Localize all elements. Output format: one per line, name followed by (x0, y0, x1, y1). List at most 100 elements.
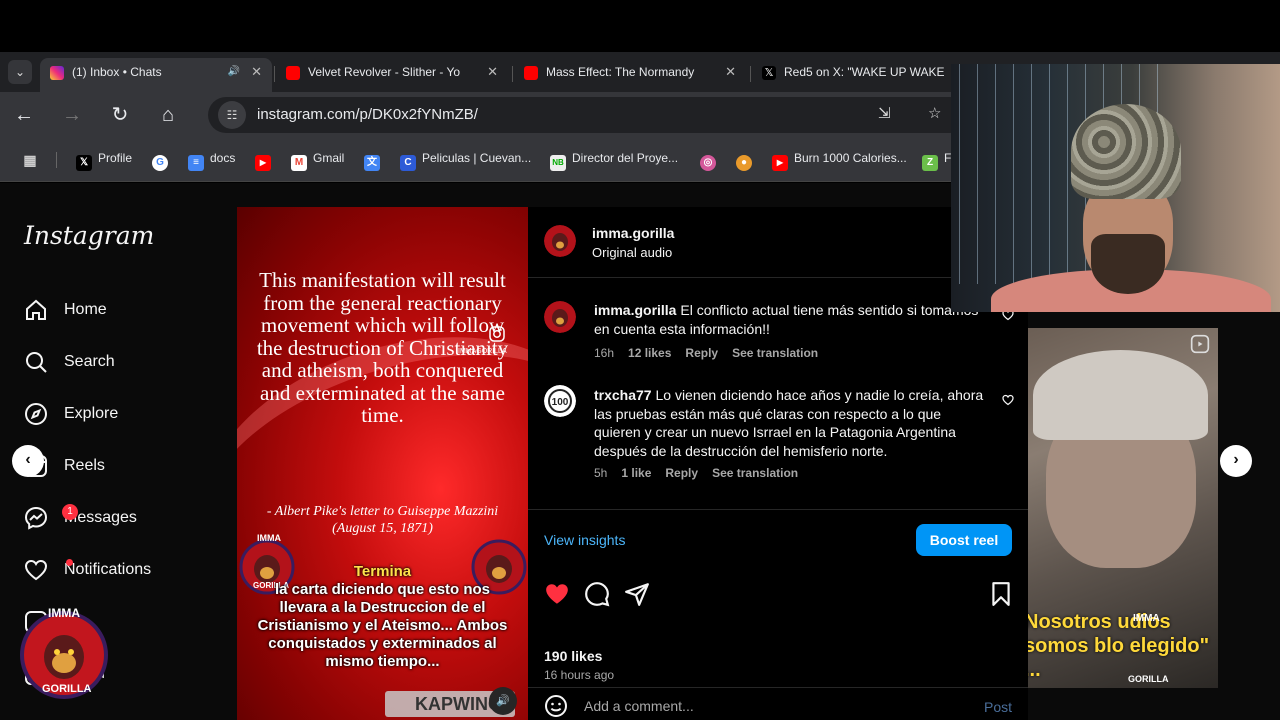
instagram-logo[interactable]: Instagram (24, 221, 154, 250)
nav-label: Notifications (64, 561, 152, 578)
next-reel-cap (1033, 350, 1208, 440)
next-post-button[interactable]: › (1220, 445, 1252, 477)
close-icon[interactable]: ✕ (725, 58, 736, 86)
webcam-beard (1091, 234, 1165, 294)
nb-icon: NB (550, 155, 566, 171)
share-icon[interactable] (624, 581, 650, 607)
liked-heart-icon[interactable] (544, 581, 570, 607)
bookmark-star-icon[interactable]: ☆ (928, 104, 941, 122)
bookmark-docs[interactable]: ≡ docs (188, 151, 235, 171)
cuevana-icon: C (400, 155, 416, 171)
bookmark-donut[interactable]: ◎ (700, 151, 722, 171)
emoji-icon[interactable] (544, 694, 568, 718)
nav-label: Home (64, 301, 107, 318)
youtube-icon (524, 65, 538, 80)
avatar[interactable] (544, 225, 576, 257)
comment-icon[interactable] (584, 581, 610, 607)
tab-separator (274, 66, 275, 82)
tab-red5[interactable]: 𝕏 Red5 on X: "WAKE UP WAKE (752, 58, 952, 92)
forward-arrow-icon[interactable]: → (58, 101, 86, 129)
comment-input[interactable] (584, 694, 944, 718)
bookmark-peliculas[interactable]: C Peliculas | Cuevan... (400, 151, 531, 171)
reload-icon[interactable]: ↻ (106, 101, 134, 129)
tab-title: (1) Inbox • Chats (72, 65, 162, 79)
url-text[interactable]: instagram.com/p/DK0x2fYNmZB/ (257, 97, 478, 133)
reply-button[interactable]: Reply (665, 466, 698, 480)
translate-icon: 文 (364, 155, 380, 171)
comment-likes[interactable]: 12 likes (628, 346, 671, 360)
reply-button[interactable]: Reply (685, 346, 718, 360)
comment-time: 5h (594, 466, 608, 480)
volume-icon[interactable]: 🔊 (489, 687, 517, 715)
see-translation-button[interactable]: See translation (712, 466, 798, 480)
tab-search-button[interactable]: ⌄ (8, 60, 32, 84)
comment-username[interactable]: trxcha77 (594, 387, 652, 403)
cookie-icon: ● (736, 155, 752, 171)
avatar[interactable]: 100 (544, 385, 576, 417)
comment-meta: 16h 12 likes Reply See translation (594, 346, 832, 360)
tab-separator (512, 66, 513, 82)
screen: ⌄ (1) Inbox • Chats 🔊 ✕ Velvet Revolver … (0, 0, 1280, 720)
back-arrow-icon[interactable]: ← (10, 101, 38, 129)
apps-grid-icon[interactable]: ▦ (22, 151, 44, 168)
tab-instagram[interactable]: (1) Inbox • Chats 🔊 ✕ (40, 58, 272, 92)
bookmark-profile[interactable]: 𝕏 Profile (76, 151, 132, 171)
previous-post-button[interactable]: ‹ (12, 445, 44, 477)
next-reel-badge-top: IMMA (1133, 613, 1160, 624)
post-comment-button[interactable]: Post (984, 699, 1012, 715)
reel-watermark-handle: IMMAGORILLA (458, 348, 507, 355)
bookmark-director[interactable]: NB Director del Proye... (550, 151, 678, 171)
reel-video[interactable]: This manifestation will result from the … (237, 207, 528, 720)
see-translation-button[interactable]: See translation (732, 346, 818, 360)
next-reel-caption: Nosotros udios somos blo elegido" ... (1028, 611, 1210, 681)
webcam-overlay (951, 64, 1280, 312)
nav-explore[interactable]: Explore (24, 400, 118, 428)
webcam-cap (1071, 104, 1181, 199)
bookmark-separator (56, 152, 57, 168)
bookmark-gmail[interactable]: M Gmail (291, 151, 344, 171)
messenger-icon (24, 506, 48, 530)
bookmark-google[interactable]: G (152, 151, 174, 171)
comment-username[interactable]: imma.gorilla (594, 302, 676, 318)
bookmark-burn[interactable]: ▶ Burn 1000 Calories... (772, 151, 907, 171)
install-app-icon[interactable]: ⇲ (878, 104, 891, 122)
nav-messages[interactable]: Messages 1 (24, 504, 137, 532)
bookmark-label: Director del Proye... (572, 151, 679, 165)
reel-author: - Albert Pike's letter to Guiseppe Mazzi… (266, 504, 499, 536)
bookmark-youtube[interactable]: ▶ (255, 151, 277, 171)
bookmark-cookie[interactable]: ● (736, 151, 758, 171)
tab-velvet-revolver[interactable]: Velvet Revolver - Slither - Yo ✕ (276, 58, 508, 92)
youtube-icon: ▶ (772, 155, 788, 171)
notification-dot (66, 559, 73, 566)
sidebar-badge-bottom: GORILLA (42, 683, 92, 695)
bookmark-fz[interactable]: ZF (922, 151, 951, 171)
close-icon[interactable]: ✕ (251, 58, 262, 86)
speaker-icon[interactable]: 🔊 (228, 58, 240, 86)
boost-reel-button[interactable]: Boost reel (916, 524, 1012, 556)
nav-search[interactable]: Search (24, 348, 115, 376)
comment-meta: 5h 1 like Reply See translation (594, 466, 812, 480)
nav-home[interactable]: Home (24, 296, 107, 324)
bookmark-translate[interactable]: 文 (364, 151, 386, 171)
comment-likes[interactable]: 1 like (621, 466, 651, 480)
nav-label: Search (64, 353, 115, 370)
post-audio[interactable]: Original audio (592, 245, 672, 260)
reel-caption: Termina la carta diciendo que esto nos l… (251, 563, 514, 671)
next-reel-preview[interactable]: Nosotros udios somos blo elegido" ... IM… (1028, 328, 1218, 688)
search-icon (26, 351, 47, 373)
reel-badge-top: IMMA (257, 533, 281, 543)
avatar[interactable] (544, 301, 576, 333)
nav-notifications[interactable]: Notifications (24, 556, 151, 584)
tab-mass-effect[interactable]: Mass Effect: The Normandy ✕ (514, 58, 746, 92)
address-bar[interactable]: ☷ instagram.com/p/DK0x2fYNmZB/ ⇲ ☆ (208, 97, 968, 133)
site-settings-icon[interactable]: ☷ (218, 101, 246, 129)
heart-icon[interactable] (1002, 394, 1014, 406)
close-icon[interactable]: ✕ (487, 58, 498, 86)
home-icon[interactable]: ⌂ (154, 101, 182, 129)
like-count[interactable]: 190 likes (544, 648, 602, 664)
comment-text: imma.gorilla El conflicto actual tiene m… (594, 301, 988, 338)
view-insights-link[interactable]: View insights (544, 532, 625, 548)
save-bookmark-icon[interactable] (988, 581, 1014, 607)
post-username[interactable]: imma.gorilla (592, 225, 674, 241)
fz-icon: Z (922, 155, 938, 171)
